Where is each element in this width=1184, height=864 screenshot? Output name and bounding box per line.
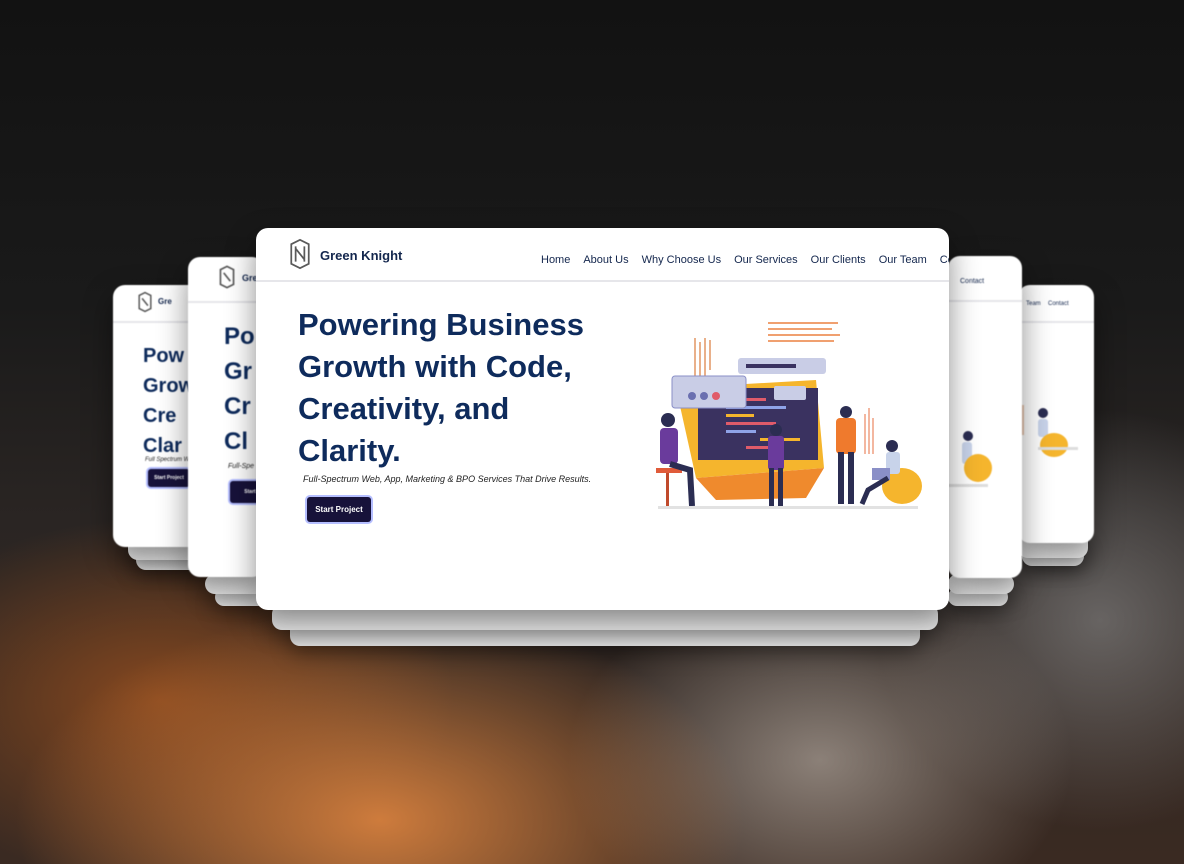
team-coding-illustration	[656, 322, 922, 509]
team-coding-illustration	[1020, 405, 1078, 457]
nav-contact[interactable]: Contact	[1048, 301, 1069, 307]
hero-title: Po Gr Cr Cl	[224, 323, 255, 455]
nav-contact[interactable]: Contact	[940, 254, 949, 266]
nav-about-us[interactable]: About Us	[583, 254, 628, 266]
team-coding-illustration	[948, 431, 992, 487]
nav-our-clients[interactable]: Our Clients	[811, 254, 866, 266]
hero-title: Powering Business Growth with Code, Crea…	[298, 307, 584, 468]
nav-our-services[interactable]: Our Services	[734, 254, 798, 266]
knight-logo-icon[interactable]	[288, 236, 312, 272]
nav-our-team[interactable]: Our Team	[879, 254, 927, 266]
brand-name: Gre	[158, 297, 172, 306]
hero-subtitle: Full-Spectrum Web, App, Marketing & BPO …	[303, 474, 592, 484]
nav-contact[interactable]: Contact	[960, 278, 984, 285]
nav-why-choose-us[interactable]: Why Choose Us	[642, 254, 721, 266]
nav-home[interactable]: Home	[541, 254, 570, 266]
knight-logo-icon	[219, 265, 235, 289]
main-website-preview: Green Knight Home About Us Why Choose Us…	[256, 228, 949, 610]
hero-subtitle: Full-Spe	[228, 463, 255, 470]
hero-title: Pow Grow Cre Clar	[143, 345, 195, 457]
start-project-button[interactable]: Start Project	[307, 497, 371, 522]
navbar: Green Knight Home About Us Why Choose Us…	[256, 228, 949, 282]
brand-name[interactable]: Green Knight	[320, 248, 402, 263]
nav-team[interactable]: Team	[1026, 301, 1041, 307]
preview-card-far-right: Team Contact	[1018, 285, 1094, 543]
preview-card-right: Contact	[948, 256, 1022, 578]
nav-links: Home About Us Why Choose Us Our Services…	[541, 254, 949, 266]
hero-subtitle: Full Spectrum W	[145, 457, 190, 463]
start-project-button[interactable]: Start Project	[148, 469, 190, 487]
preview-card-left: Gre Po Gr Cr Cl Full-Spe Start	[188, 257, 264, 577]
knight-logo-icon	[138, 291, 152, 313]
